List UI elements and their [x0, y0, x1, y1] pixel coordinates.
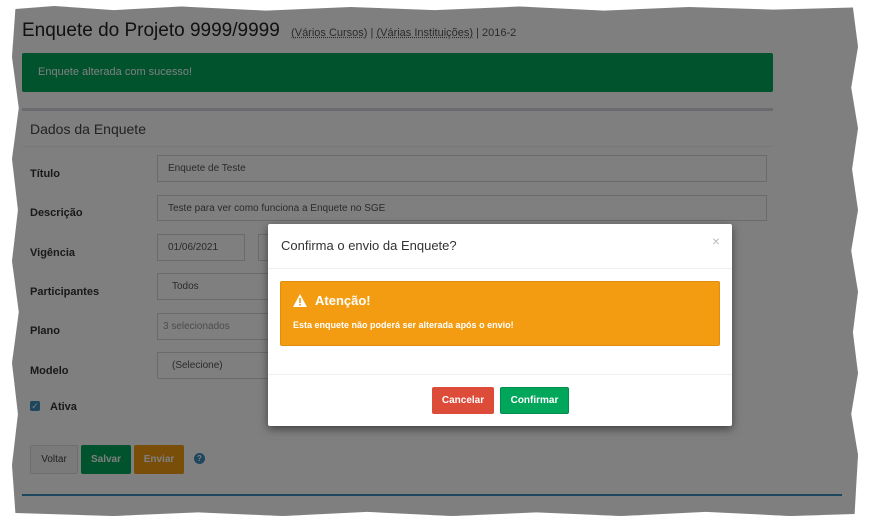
cancel-button[interactable]: Cancelar	[432, 387, 494, 414]
confirm-modal: Confirma o envio da Enquete? × Atenção! …	[268, 224, 732, 426]
warning-text: Esta enquete não poderá ser alterada apó…	[293, 320, 514, 330]
warning-alert: Atenção! Esta enquete não poderá ser alt…	[280, 281, 720, 346]
modal-divider	[268, 374, 732, 375]
warning-icon	[293, 294, 307, 307]
confirm-button[interactable]: Confirmar	[500, 387, 569, 414]
modal-title: Confirma o envio da Enquete?	[281, 238, 457, 253]
warning-heading: Atenção!	[293, 293, 371, 308]
modal-divider	[268, 268, 732, 269]
screenshot-frame: Enquete do Projeto 9999/9999 (Vários Cur…	[12, 6, 858, 516]
warning-title: Atenção!	[315, 293, 371, 308]
close-icon[interactable]: ×	[712, 234, 720, 248]
